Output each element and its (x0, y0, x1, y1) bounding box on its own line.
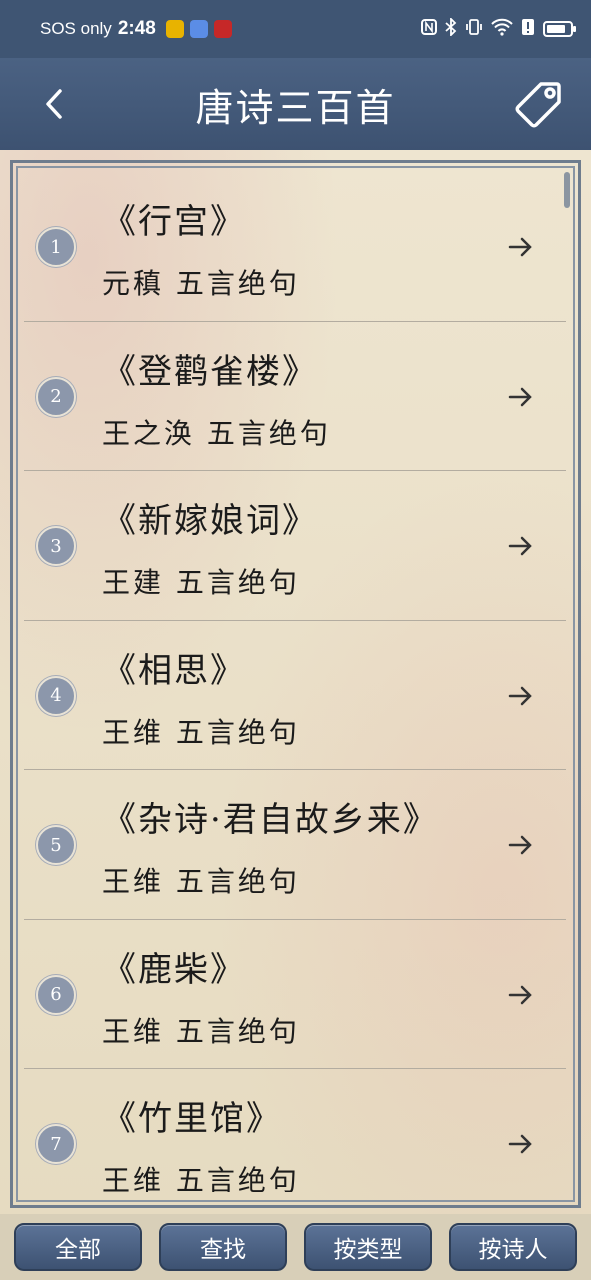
poem-number-badge: 5 (36, 825, 76, 865)
status-right (421, 16, 576, 40)
arrow-right-icon[interactable] (506, 232, 536, 262)
by-poet-button[interactable]: 按诗人 (449, 1223, 577, 1271)
poem-list: 1 《行宫》 元稹 五言绝句 2 《登鹳雀楼》 王之涣 五言绝句 3 《新嫁娘词… (24, 172, 566, 1192)
poem-title: 《登鹳雀楼》 (102, 351, 318, 392)
arrow-right-icon[interactable] (506, 382, 536, 412)
poem-item-2[interactable]: 2 《登鹳雀楼》 王之涣 五言绝句 (24, 322, 566, 471)
poem-title: 《杂诗·君自故乡来》 (102, 800, 439, 840)
alert-icon (521, 18, 535, 40)
tag-icon (515, 82, 561, 128)
poem-item-1[interactable]: 1 《行宫》 元稹 五言绝句 (24, 172, 566, 322)
status-left: SOS only 2:48 (40, 18, 232, 40)
search-button[interactable]: 查找 (159, 1223, 287, 1271)
back-button[interactable] (32, 82, 76, 126)
bottom-filter-bar: 全部 查找 按类型 按诗人 (0, 1214, 591, 1280)
poem-author-type: 王之涣 五言绝句 (102, 416, 331, 450)
news-notification-icon (213, 20, 232, 38)
poem-title: 《相思》 (102, 650, 246, 691)
app-notification-icon (165, 20, 184, 38)
poem-number-badge: 6 (36, 974, 76, 1015)
battery-fill (547, 25, 566, 33)
nfc-icon (421, 19, 437, 39)
poem-title: 《新嫁娘词》 (102, 501, 318, 541)
poem-number-badge: 2 (36, 376, 76, 417)
poem-item-4[interactable]: 4 《相思》 王维 五言绝句 (24, 621, 566, 770)
page-title: 唐诗三百首 (195, 85, 396, 130)
poem-title: 《行宫》 (102, 202, 246, 242)
app-header: 唐诗三百首 (0, 58, 591, 150)
status-bar: SOS only 2:48 (0, 0, 591, 58)
all-button[interactable]: 全部 (14, 1223, 142, 1271)
arrow-right-icon[interactable] (506, 830, 536, 860)
poem-number-badge: 4 (36, 675, 76, 716)
poem-author-type: 王维 五言绝句 (102, 865, 300, 898)
poem-title: 《鹿柴》 (102, 949, 246, 990)
poem-author-type: 元稹 五言绝句 (102, 267, 300, 300)
poem-list-panel: 1 《行宫》 元稹 五言绝句 2 《登鹳雀楼》 王之涣 五言绝句 3 《新嫁娘词… (0, 150, 591, 1214)
poem-author-type: 王建 五言绝句 (102, 566, 300, 599)
arrow-right-icon[interactable] (506, 531, 536, 561)
chevron-left-icon (46, 89, 62, 119)
poem-number-badge: 3 (36, 526, 76, 566)
vibrate-icon (465, 18, 483, 40)
arrow-right-icon[interactable] (506, 980, 536, 1010)
poem-item-3[interactable]: 3 《新嫁娘词》 王建 五言绝句 (24, 471, 566, 621)
poem-author-type: 王维 五言绝句 (102, 1014, 300, 1048)
poem-number-badge: 7 (36, 1124, 76, 1164)
bluetooth-icon (445, 16, 457, 40)
arrow-right-icon[interactable] (506, 1129, 536, 1159)
status-time: 2:48 (117, 18, 156, 39)
poem-author-type: 王维 五言绝句 (102, 1164, 300, 1192)
mail-notification-icon (189, 20, 208, 38)
arrow-right-icon[interactable] (506, 681, 536, 711)
poem-title: 《竹里馆》 (102, 1099, 282, 1139)
by-type-button[interactable]: 按类型 (304, 1223, 432, 1271)
poem-item-5[interactable]: 5 《杂诗·君自故乡来》 王维 五言绝句 (24, 770, 566, 920)
wifi-icon (491, 18, 513, 40)
battery-icon (543, 21, 576, 37)
carrier-text: SOS only (40, 19, 112, 38)
poem-number-badge: 1 (36, 227, 76, 267)
poem-item-6[interactable]: 6 《鹿柴》 王维 五言绝句 (24, 920, 566, 1069)
poem-author-type: 王维 五言绝句 (102, 715, 300, 749)
tag-button[interactable] (513, 78, 565, 130)
poem-item-7[interactable]: 7 《竹里馆》 王维 五言绝句 (24, 1069, 566, 1192)
